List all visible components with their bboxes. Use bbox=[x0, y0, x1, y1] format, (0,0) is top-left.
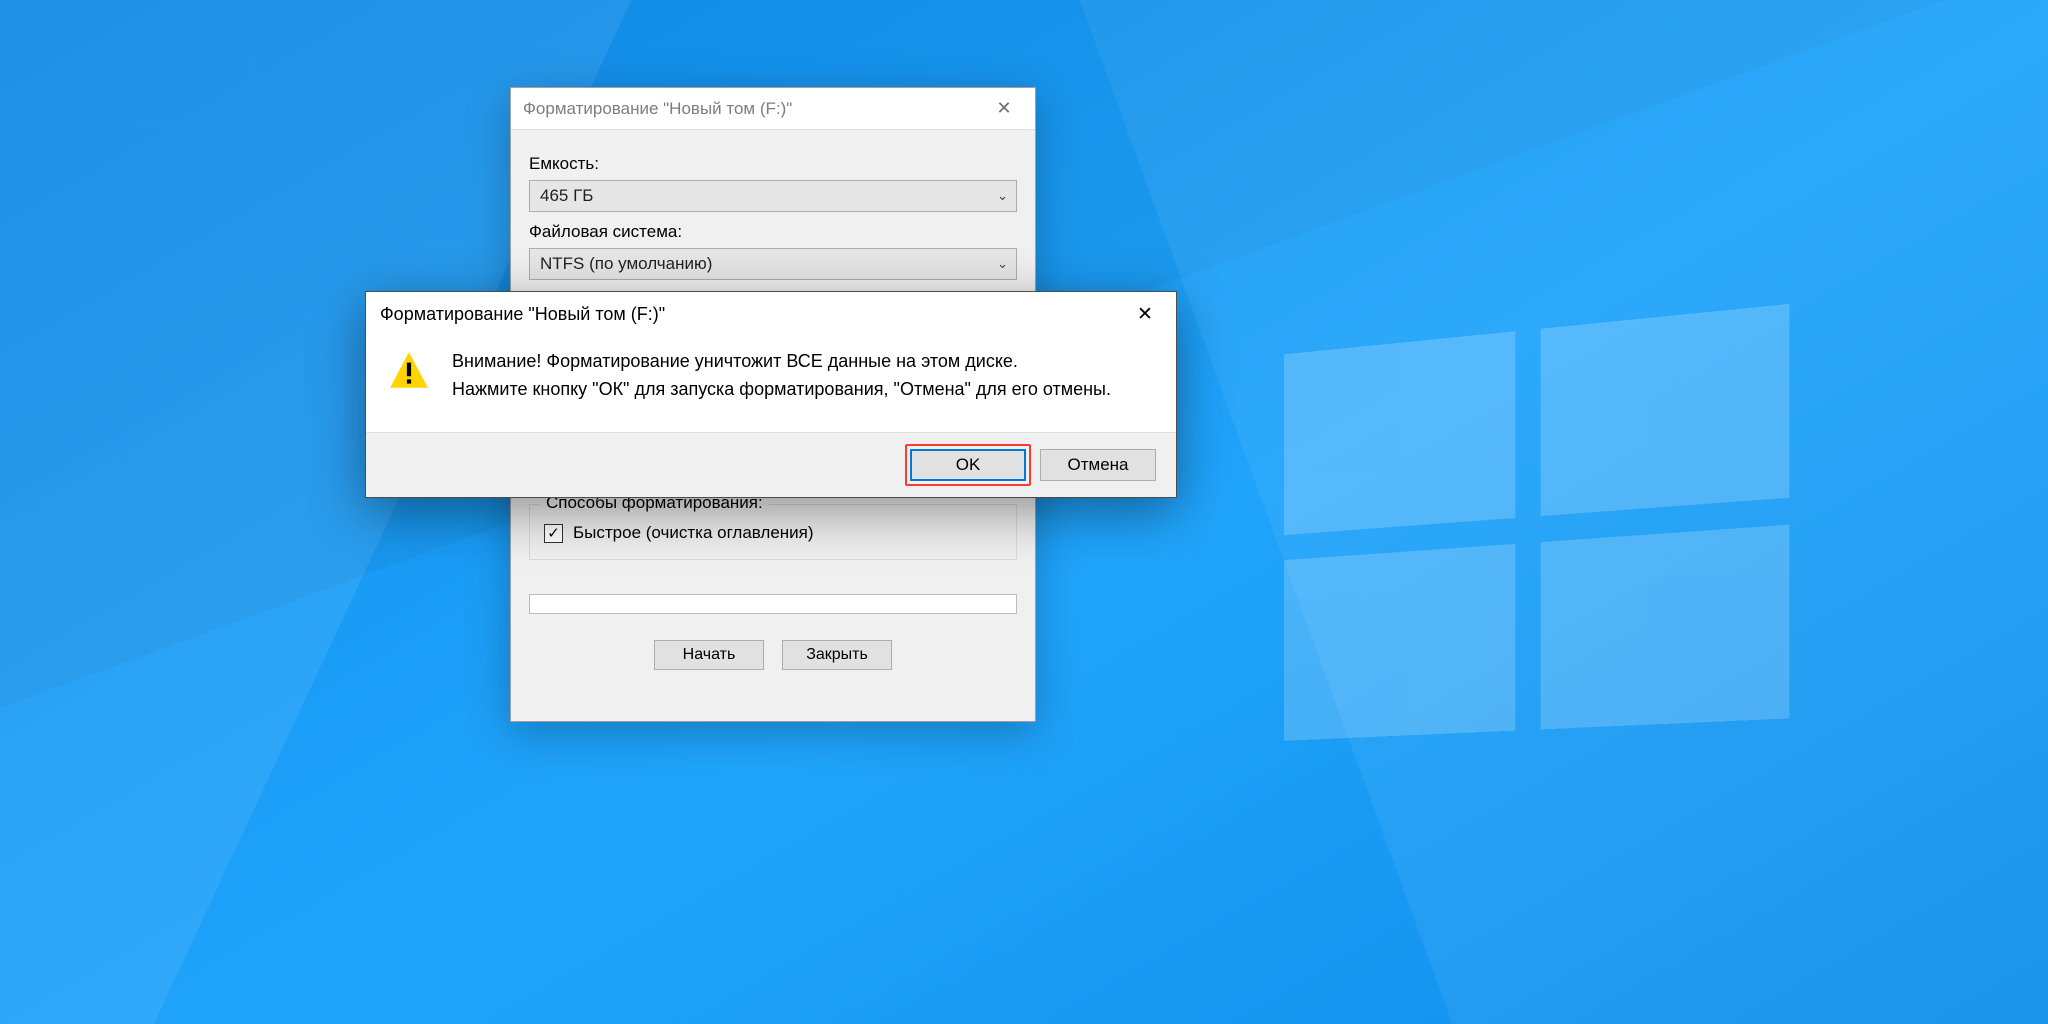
messagebox-titlebar[interactable]: Форматирование "Новый том (F:)" ✕ bbox=[366, 292, 1176, 336]
filesystem-combobox[interactable]: NTFS (по умолчанию) ⌄ bbox=[529, 248, 1017, 280]
format-dialog-title: Форматирование "Новый том (F:)" bbox=[523, 99, 981, 119]
messagebox-line1: Внимание! Форматирование уничтожит ВСЕ д… bbox=[452, 348, 1111, 376]
close-button[interactable]: Закрыть bbox=[782, 640, 892, 670]
format-progress-bar bbox=[529, 594, 1017, 614]
chevron-down-icon: ⌄ bbox=[997, 188, 1008, 204]
start-button[interactable]: Начать bbox=[654, 640, 764, 670]
filesystem-value: NTFS (по умолчанию) bbox=[540, 254, 712, 274]
capacity-combobox[interactable]: 465 ГБ ⌄ bbox=[529, 180, 1017, 212]
format-dialog-buttons: Начать Закрыть bbox=[529, 640, 1017, 670]
close-icon[interactable]: ✕ bbox=[981, 93, 1027, 125]
warning-icon bbox=[388, 350, 430, 392]
close-icon[interactable]: ✕ bbox=[1120, 297, 1170, 331]
ok-button[interactable]: OK bbox=[910, 449, 1026, 481]
confirm-format-messagebox: Форматирование "Новый том (F:)" ✕ Вниман… bbox=[365, 291, 1177, 498]
format-options-group: Способы форматирования: ✓ Быстрое (очист… bbox=[529, 504, 1017, 560]
messagebox-content: Внимание! Форматирование уничтожит ВСЕ д… bbox=[366, 336, 1176, 432]
messagebox-text: Внимание! Форматирование уничтожит ВСЕ д… bbox=[452, 348, 1111, 404]
capacity-label: Емкость: bbox=[529, 154, 1017, 174]
format-dialog-titlebar[interactable]: Форматирование "Новый том (F:)" ✕ bbox=[511, 88, 1035, 130]
quick-format-label: Быстрое (очистка оглавления) bbox=[573, 523, 814, 543]
capacity-value: 465 ГБ bbox=[540, 186, 593, 206]
quick-format-row[interactable]: ✓ Быстрое (очистка оглавления) bbox=[544, 523, 1002, 543]
messagebox-footer: OK Отмена bbox=[366, 432, 1176, 497]
messagebox-line2: Нажмите кнопку "ОК" для запуска форматир… bbox=[452, 376, 1111, 404]
filesystem-label: Файловая система: bbox=[529, 222, 1017, 242]
messagebox-title: Форматирование "Новый том (F:)" bbox=[380, 304, 1120, 325]
quick-format-checkbox[interactable]: ✓ bbox=[544, 524, 563, 543]
chevron-down-icon: ⌄ bbox=[997, 256, 1008, 272]
cancel-button[interactable]: Отмена bbox=[1040, 449, 1156, 481]
